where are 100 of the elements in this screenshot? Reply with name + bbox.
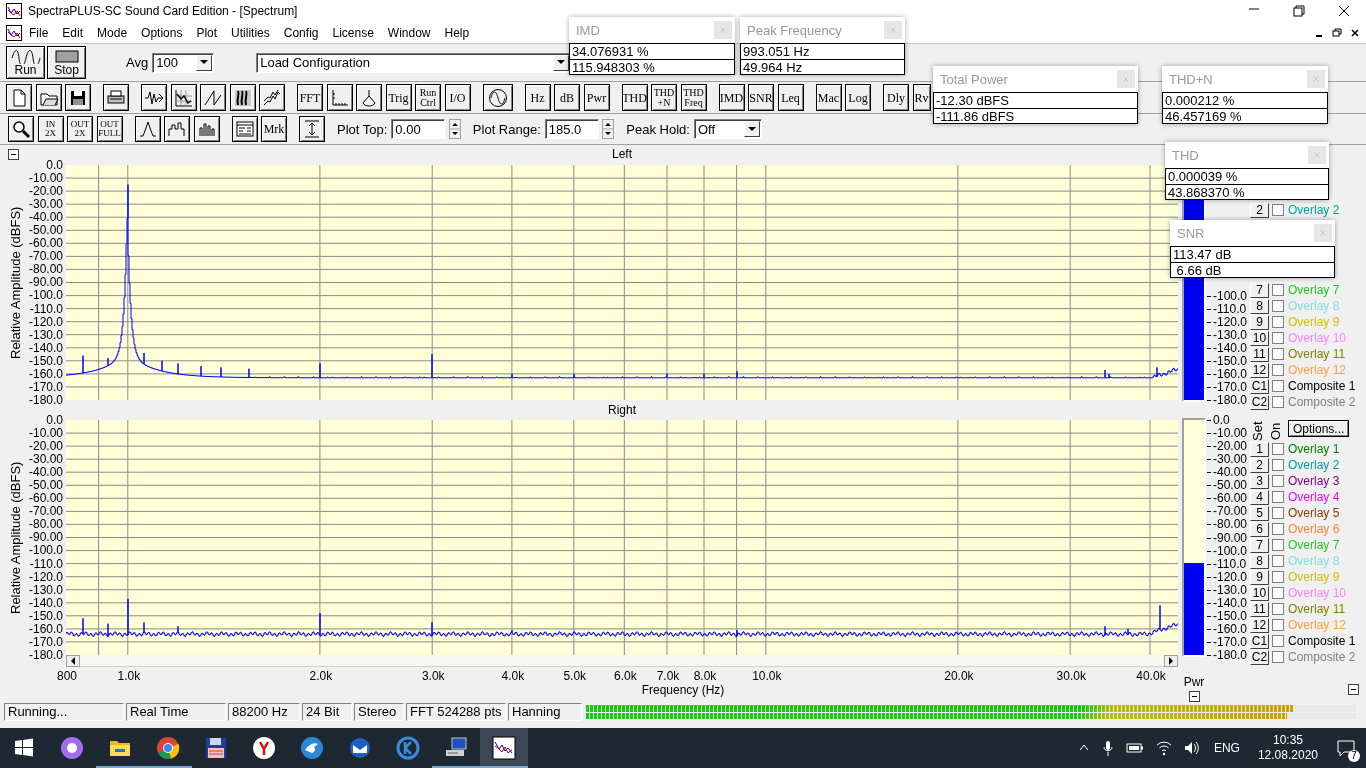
checkbox[interactable] bbox=[1272, 348, 1284, 360]
toolbar-button[interactable] bbox=[141, 84, 167, 111]
spin-buttons[interactable] bbox=[602, 119, 615, 139]
spin-buttons[interactable] bbox=[448, 119, 461, 139]
toolbar-button[interactable]: Trig bbox=[385, 84, 412, 111]
checkbox[interactable] bbox=[1272, 651, 1284, 663]
checkbox[interactable] bbox=[1272, 635, 1284, 647]
set-button[interactable]: 5 bbox=[1250, 505, 1269, 521]
toolbar-button[interactable] bbox=[8, 116, 34, 142]
menu-item[interactable]: License bbox=[325, 23, 381, 42]
toolbar-button[interactable]: Rv bbox=[912, 84, 931, 111]
menu-item[interactable]: Edit bbox=[55, 23, 91, 42]
checkbox[interactable] bbox=[1272, 491, 1284, 503]
toolbar-button[interactable]: Pwr bbox=[583, 84, 610, 111]
toolbar-button[interactable] bbox=[231, 116, 258, 142]
set-button[interactable]: 12 bbox=[1250, 617, 1269, 633]
toolbar-button[interactable] bbox=[103, 84, 129, 111]
set-button[interactable]: C2 bbox=[1250, 649, 1269, 665]
dropdown[interactable]: Off bbox=[693, 119, 762, 139]
checkbox[interactable] bbox=[1272, 300, 1284, 312]
checkbox[interactable] bbox=[1272, 539, 1284, 551]
toolbar-button[interactable]: Log bbox=[845, 84, 871, 111]
right-arrow-icon[interactable] bbox=[1168, 657, 1174, 665]
checkbox[interactable] bbox=[1272, 396, 1284, 408]
checkbox[interactable] bbox=[1272, 507, 1284, 519]
set-button[interactable]: 4 bbox=[1250, 489, 1269, 505]
menu-item[interactable]: File bbox=[22, 23, 56, 42]
menu-item[interactable]: Plot bbox=[189, 23, 225, 42]
set-button[interactable]: 10 bbox=[1250, 330, 1269, 346]
toolbar-button[interactable] bbox=[259, 84, 285, 111]
set-button[interactable]: 6 bbox=[1250, 521, 1269, 537]
checkbox[interactable] bbox=[1272, 555, 1284, 567]
collapse-icon[interactable] bbox=[1188, 691, 1200, 702]
toolbar-button[interactable]: IMD bbox=[718, 84, 745, 111]
toolbar-button[interactable]: I/O bbox=[444, 84, 471, 111]
toolbar-button[interactable] bbox=[35, 84, 62, 111]
checkbox[interactable] bbox=[1272, 332, 1284, 344]
toolbar-button[interactable]: Dly bbox=[883, 84, 909, 111]
menu-item[interactable]: Utilities bbox=[224, 23, 277, 42]
menu-item[interactable]: Mode bbox=[90, 23, 135, 42]
menu-item[interactable]: Config bbox=[276, 23, 326, 42]
stop-button[interactable]: Stop bbox=[47, 46, 86, 79]
dropdown[interactable]: Load Configuration bbox=[256, 52, 572, 73]
checkbox[interactable] bbox=[1272, 316, 1284, 328]
set-button[interactable]: 2 bbox=[1250, 457, 1269, 473]
toolbar-button[interactable] bbox=[200, 84, 226, 111]
options-button[interactable]: Options... bbox=[1288, 420, 1350, 437]
toolbar-button[interactable]: SNR bbox=[748, 84, 774, 111]
input-field[interactable]: 185.0 bbox=[544, 119, 599, 139]
clock-time[interactable]: 10:35 bbox=[1272, 733, 1303, 748]
menu-item[interactable]: Options bbox=[134, 23, 190, 42]
set-button[interactable]: 11 bbox=[1250, 601, 1269, 617]
set-button[interactable]: C1 bbox=[1250, 378, 1269, 394]
checkbox[interactable] bbox=[1272, 364, 1284, 376]
set-button[interactable]: 9 bbox=[1250, 314, 1269, 330]
collapse-icon[interactable] bbox=[1348, 684, 1359, 695]
restore-icon[interactable] bbox=[1290, 3, 1307, 19]
toolbar-button[interactable]: FFT bbox=[297, 84, 323, 111]
clock-date[interactable]: 12.08.2020 bbox=[1257, 748, 1318, 763]
menu-item[interactable]: Help bbox=[437, 23, 477, 42]
input-field[interactable]: 0.00 bbox=[391, 119, 446, 139]
restore-icon[interactable] bbox=[1329, 25, 1344, 40]
set-button[interactable]: 12 bbox=[1250, 362, 1269, 378]
dropdown[interactable]: 100 bbox=[152, 52, 215, 73]
checkbox[interactable] bbox=[1272, 380, 1284, 392]
toolbar-button[interactable]: Mrk bbox=[261, 116, 287, 142]
checkbox[interactable] bbox=[1272, 619, 1284, 631]
toolbar-button[interactable] bbox=[299, 116, 325, 142]
toolbar-button[interactable]: THD +N bbox=[651, 84, 677, 111]
checkbox[interactable] bbox=[1272, 587, 1284, 599]
toolbar-button[interactable]: THD bbox=[621, 84, 648, 111]
checkbox[interactable] bbox=[1272, 459, 1284, 471]
toolbar-button[interactable] bbox=[170, 84, 197, 111]
run-button[interactable]: Run bbox=[6, 46, 45, 79]
set-button[interactable]: 8 bbox=[1250, 553, 1269, 569]
checkbox[interactable] bbox=[1272, 523, 1284, 535]
checkbox[interactable] bbox=[1272, 475, 1284, 487]
set-button[interactable]: 2 bbox=[1250, 202, 1269, 218]
set-button[interactable]: 1 bbox=[1250, 441, 1269, 457]
checkbox[interactable] bbox=[1272, 284, 1284, 296]
taskbar-button[interactable] bbox=[480, 728, 528, 768]
set-button[interactable]: 10 bbox=[1250, 585, 1269, 601]
toolbar-button[interactable] bbox=[326, 84, 353, 111]
toolbar-button[interactable]: Hz bbox=[524, 84, 551, 111]
collapse-icon[interactable] bbox=[8, 148, 19, 160]
toolbar-button[interactable] bbox=[6, 84, 32, 111]
toolbar-button[interactable]: THD Freq bbox=[680, 84, 707, 111]
toolbar-button[interactable]: Mac bbox=[815, 84, 842, 111]
toolbar-button[interactable]: Leq bbox=[777, 84, 804, 111]
checkbox[interactable] bbox=[1272, 204, 1284, 216]
set-button[interactable]: 9 bbox=[1250, 569, 1269, 585]
checkbox[interactable] bbox=[1272, 603, 1284, 615]
notification-icon[interactable] bbox=[1336, 738, 1356, 758]
toolbar-button[interactable] bbox=[229, 84, 256, 111]
toolbar-button[interactable] bbox=[65, 84, 91, 111]
toolbar-button[interactable]: IN 2X bbox=[37, 116, 64, 142]
set-button[interactable]: 3 bbox=[1250, 473, 1269, 489]
toolbar-button[interactable] bbox=[164, 116, 190, 142]
set-button[interactable]: 7 bbox=[1250, 537, 1269, 553]
toolbar-button[interactable] bbox=[193, 116, 220, 142]
